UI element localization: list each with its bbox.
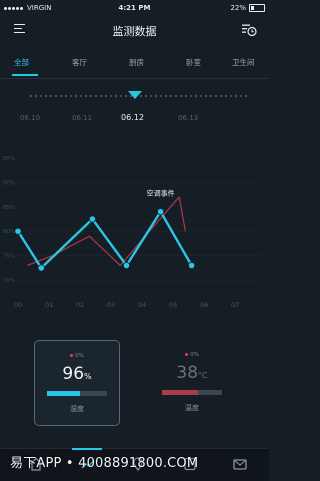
- timeline-dot: [175, 95, 177, 97]
- timeline-dot: [45, 95, 47, 97]
- data-point: [88, 215, 97, 223]
- message-icon[interactable]: [232, 456, 248, 472]
- timeline-dot: [230, 95, 232, 97]
- tab-living-room[interactable]: 客厅: [72, 57, 87, 68]
- timeline-dot: [95, 95, 97, 97]
- tab-kitchen[interactable]: 厨房: [129, 57, 144, 68]
- battery-percent: 22%: [230, 4, 246, 12]
- timeline-dot: [50, 95, 52, 97]
- status-time: 4:21 PM: [118, 4, 151, 12]
- x-tick-label: 06: [200, 301, 208, 309]
- timeline-dot: [60, 95, 62, 97]
- status-bar: VIRGIN 4:21 PM 22%: [0, 0, 269, 18]
- change-dot-icon: [185, 353, 189, 356]
- timeline-dot: [110, 95, 112, 97]
- x-tick-label: 02: [76, 301, 84, 309]
- temperature-label: 温度: [185, 404, 199, 412]
- humidity-line-chart: 70% 75% 80% 85% 90% 95% 00 01 02 03 04 05 06 07 空调事件: [3, 156, 262, 309]
- x-tick-label: 05: [169, 301, 177, 309]
- timeline-dot: [160, 95, 162, 97]
- room-tabs: 全部 客厅 厨房 卧室 卫生间: [0, 48, 269, 79]
- page-title: 监测数据: [112, 25, 157, 38]
- x-tick-label: 03: [107, 301, 115, 309]
- humidity-level-fill: [47, 391, 80, 396]
- x-tick-label: 04: [138, 301, 146, 309]
- temperature-change: 0%: [150, 352, 234, 358]
- date-item-selected[interactable]: 06.12: [121, 113, 144, 122]
- y-tick-label: 75%: [3, 254, 15, 260]
- date-item[interactable]: 06.13: [178, 114, 198, 122]
- watermark: 易下APP • 4008891800.COM: [10, 456, 199, 471]
- timeline-dot: [180, 95, 182, 97]
- timeline-dot: [85, 95, 87, 97]
- timeline-dot: [245, 95, 247, 97]
- humidity-value: 96%: [62, 364, 92, 384]
- timeline-dot: [155, 95, 157, 97]
- event-annotation: 空调事件: [147, 189, 175, 198]
- timeline-dot: [240, 95, 242, 97]
- temperature-level-bar: [162, 390, 222, 395]
- timeline-dot: [120, 95, 122, 97]
- y-tick-label: 90%: [3, 180, 15, 186]
- timeline-dot: [115, 95, 117, 97]
- y-tick-label: 80%: [3, 229, 15, 235]
- timeline-dot: [220, 95, 222, 97]
- timeline-dot: [55, 95, 57, 97]
- active-nav-indicator: [72, 448, 102, 450]
- x-tick-label: 00: [14, 301, 22, 309]
- history-icon[interactable]: [241, 22, 257, 37]
- temperature-card[interactable]: 0% 38°C 温度: [150, 340, 234, 424]
- selected-date-pointer-icon: [128, 91, 142, 99]
- timeline-dot: [90, 95, 92, 97]
- timeline-dot: [75, 95, 77, 97]
- timeline-dot: [205, 95, 207, 97]
- data-point: [157, 208, 165, 216]
- y-tick-label: 85%: [3, 205, 15, 211]
- timeline-dot: [35, 95, 37, 97]
- timeline-dot: [70, 95, 72, 97]
- timeline-dot: [145, 95, 147, 97]
- humidity-level-bar: [47, 391, 107, 396]
- battery-icon: [249, 4, 265, 12]
- timeline-dot: [80, 95, 82, 97]
- timeline-dot: [235, 95, 237, 97]
- timeline-dot: [40, 95, 42, 97]
- temperature-level-fill: [162, 390, 198, 395]
- x-tick-label: 07: [231, 301, 239, 309]
- data-point: [188, 261, 196, 270]
- change-dot-icon: [70, 354, 74, 357]
- timeline-dot: [125, 95, 127, 97]
- data-point: [14, 227, 22, 235]
- battery-info: 22%: [230, 4, 265, 12]
- timeline-dot: [165, 95, 167, 97]
- timeline-dot: [100, 95, 102, 97]
- timeline-dot: [210, 95, 212, 97]
- humidity-card[interactable]: 0% 96% 湿度: [34, 340, 120, 426]
- timeline-dot: [105, 95, 107, 97]
- tab-bedroom[interactable]: 卧室: [186, 57, 201, 68]
- date-item[interactable]: 06.11: [72, 114, 92, 122]
- timeline-dot: [195, 95, 197, 97]
- data-point: [37, 264, 45, 272]
- timeline-dot: [215, 95, 217, 97]
- timeline-dot: [200, 95, 202, 97]
- timeline-dot: [170, 95, 172, 97]
- timeline-dot: [190, 95, 192, 97]
- date-item[interactable]: 06.10: [20, 114, 40, 122]
- y-tick-label: 70%: [3, 278, 15, 284]
- timeline-dot: [150, 95, 152, 97]
- tab-bathroom[interactable]: 卫生间: [232, 57, 255, 68]
- y-tick-label: 95%: [3, 156, 15, 162]
- temperature-value: 38°C: [176, 363, 208, 383]
- humidity-label: 湿度: [70, 405, 84, 413]
- humidity-change: 0%: [35, 353, 119, 359]
- active-tab-indicator: [12, 74, 38, 76]
- timeline-dot: [185, 95, 187, 97]
- timeline-dot: [225, 95, 227, 97]
- timeline-dot: [65, 95, 67, 97]
- x-tick-label: 01: [45, 301, 53, 309]
- data-point: [122, 261, 131, 270]
- tab-all[interactable]: 全部: [14, 57, 29, 68]
- timeline-dot: [30, 95, 32, 97]
